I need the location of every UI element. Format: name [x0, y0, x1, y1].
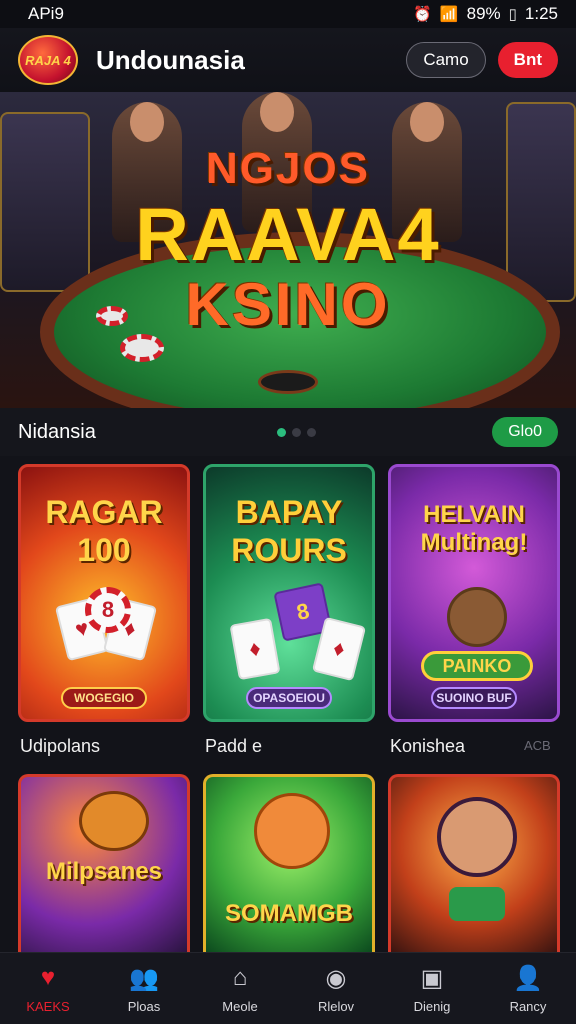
- game-card-title: BAPAY ROURS: [231, 494, 347, 568]
- alarm-icon: ⏰: [413, 6, 432, 23]
- table-slot: [258, 370, 318, 394]
- register-button[interactable]: Bnt: [497, 42, 558, 78]
- cash-stack-icon: [449, 887, 505, 921]
- nav-item-dienig[interactable]: ▣ Dienig: [384, 953, 480, 1024]
- game-card[interactable]: RAGAR 100 ♥ ♦ 8 WOGEGIO: [18, 464, 190, 722]
- status-icons: ⏰ 📶 89% ▯ 1:25: [413, 4, 558, 24]
- lion-mascot-icon: [79, 791, 149, 851]
- game-card[interactable]: [388, 774, 560, 952]
- battery-icon: ▯: [508, 6, 517, 23]
- nav-item-rancy[interactable]: 👤 Rancy: [480, 953, 576, 1024]
- battery-text: 89%: [466, 4, 501, 23]
- game-card[interactable]: SOMAMGB: [203, 774, 375, 952]
- banner-line-1: NGJOS: [205, 144, 371, 193]
- carousel-dot[interactable]: [292, 427, 302, 437]
- game-card-title: Milpsanes: [45, 858, 163, 885]
- dining-icon: ▣: [420, 964, 444, 992]
- game-card-label[interactable]: Padd e: [205, 736, 262, 757]
- game-card-extra: ACB: [524, 738, 551, 753]
- login-button[interactable]: Camo: [406, 42, 486, 78]
- character-avatar-icon: [254, 793, 330, 869]
- section-header: Nidansia Glo0: [0, 408, 576, 456]
- game-card[interactable]: HELVAIN Multinag! PAINKO SUOINO BUF: [388, 464, 560, 722]
- nav-label: Dienig: [413, 999, 451, 1014]
- banner-line-2: RAAVA4: [135, 193, 441, 276]
- game-card-label[interactable]: Udipolans: [20, 736, 100, 757]
- clock: 1:25: [524, 4, 558, 23]
- app: APi9 ⏰ 📶 89% ▯ 1:25 RAJA 4 Undounasia Ca…: [0, 0, 576, 1024]
- bottom-nav: ♥ KAEKS 👥 Ploas ⌂ Meole ◉ Rlelov ▣ Dieni…: [0, 952, 576, 1024]
- playing-cards-icon: ♦ 8 ♦: [229, 582, 367, 682]
- banner-line-3: KSINO: [185, 271, 391, 338]
- nav-label: Meole: [222, 999, 258, 1014]
- app-title: Undounasia: [96, 44, 245, 75]
- game-card-title: SOMAMGB: [225, 900, 353, 927]
- nav-label: Ploas: [127, 999, 161, 1014]
- game-card-badge: OPASOEIOU: [246, 687, 332, 709]
- game-card-badge: SUOINO BUF: [431, 687, 517, 709]
- nav-label: Rlelov: [317, 999, 355, 1014]
- character-avatar-icon: [437, 797, 517, 877]
- section-title: Nidansia: [18, 420, 96, 443]
- app-header: RAJA 4 Undounasia Camo Bnt: [0, 28, 576, 92]
- nav-item-rlelov[interactable]: ◉ Rlelov: [288, 953, 384, 1024]
- game-card-title: HELVAIN Multinag!: [420, 501, 528, 556]
- people-icon: 👥: [129, 964, 159, 992]
- game-card[interactable]: BAPAY ROURS ♦ 8 ♦ OPASOEIOU: [203, 464, 375, 722]
- nav-label: KAEKS: [26, 999, 70, 1014]
- game-card-badge: WOGEGIO: [61, 687, 147, 709]
- plinko-logo: PAINKO: [421, 651, 533, 681]
- carousel-dot[interactable]: [277, 427, 287, 437]
- nav-item-kaeks[interactable]: ♥ KAEKS: [0, 953, 96, 1024]
- home-icon: ⌂: [232, 964, 248, 991]
- heart-icon: ♥: [40, 964, 56, 991]
- playing-cards-icon: ♥ ♦ 8: [54, 587, 158, 667]
- profile-icon: ◉: [325, 964, 347, 992]
- game-card-title: RAGAR 100: [45, 494, 163, 568]
- status-left-text: APi9: [28, 4, 64, 23]
- nav-label: Rancy: [509, 999, 547, 1014]
- status-bar: APi9 ⏰ 📶 89% ▯ 1:25: [0, 0, 576, 28]
- wifi-icon: 📶: [439, 6, 459, 23]
- user-icon: 👤: [513, 964, 543, 992]
- nav-item-meole[interactable]: ⌂ Meole: [192, 953, 288, 1024]
- logo-text: RAJA 4: [25, 52, 71, 68]
- carousel-indicator[interactable]: [277, 427, 317, 437]
- section-action-button[interactable]: Glo0: [492, 417, 558, 447]
- carousel-dot[interactable]: [307, 427, 317, 437]
- hero-banner[interactable]: NGJOS RAAVA4 KSINO: [0, 92, 576, 408]
- bear-mascot-icon: [447, 587, 507, 647]
- nav-item-ploas[interactable]: 👥 Ploas: [96, 953, 192, 1024]
- app-logo[interactable]: RAJA 4: [18, 35, 78, 85]
- game-card[interactable]: Milpsanes: [18, 774, 190, 952]
- game-card-label[interactable]: Konishea: [390, 736, 465, 757]
